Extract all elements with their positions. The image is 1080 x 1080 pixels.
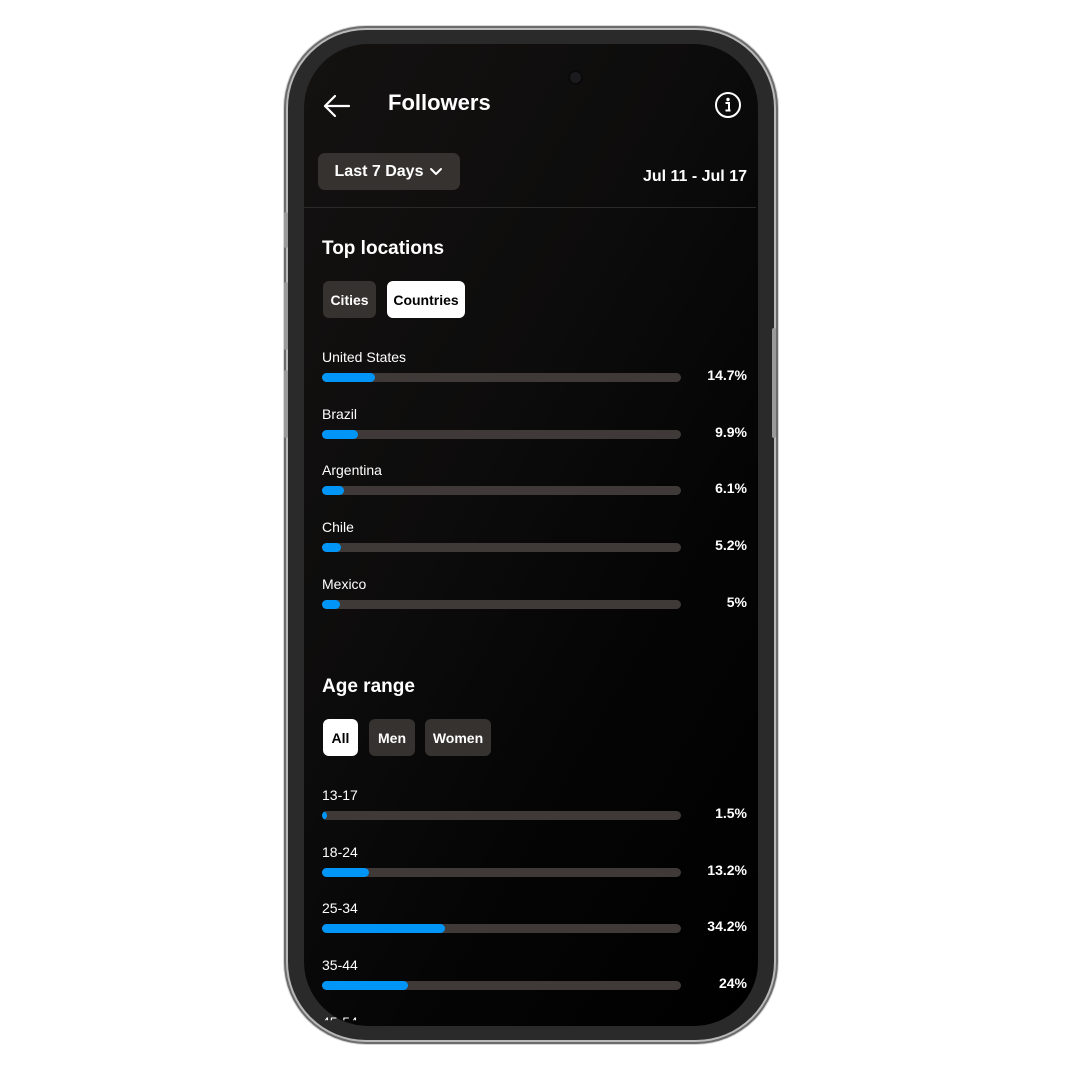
location-row-bar-track	[322, 599, 681, 609]
location-row-label: Brazil	[322, 405, 358, 422]
location-row-percentage: 5.2%	[715, 537, 747, 554]
info-circle-icon	[715, 92, 741, 118]
action-button	[284, 212, 288, 248]
location-row-percentage: 14.7%	[707, 367, 747, 383]
age-row-bar-track	[322, 924, 681, 934]
tab-cities-label: Cities	[330, 291, 369, 308]
location-row-label: Mexico	[322, 575, 367, 592]
front-camera	[570, 72, 581, 83]
volume-down-button	[284, 370, 288, 438]
location-row-percentage: 6.1%	[715, 480, 747, 497]
location-row-bar-fill	[322, 373, 375, 382]
tab-all-label: All	[331, 729, 350, 746]
tab-women[interactable]: Women	[425, 719, 491, 756]
age-row-label: 35-44	[322, 957, 358, 974]
location-row-bar-fill	[322, 599, 340, 609]
date-range-label: Last 7 Days	[334, 162, 424, 180]
location-row-bar-fill	[322, 543, 341, 553]
power-button	[772, 328, 776, 438]
location-row-bar-track	[322, 429, 681, 439]
location-row-bar-fill	[322, 429, 358, 439]
age-row-percentage: 34.2%	[707, 918, 747, 935]
age-range-title: Age range	[322, 676, 415, 697]
age-row-bar-fill	[322, 981, 409, 991]
tab-women-label: Women	[432, 729, 484, 746]
age-row-bar-track	[322, 981, 681, 991]
age-row-bar-track	[322, 867, 681, 877]
screen	[304, 44, 758, 1026]
volume-up-button	[284, 282, 288, 350]
location-row-bar-fill	[322, 486, 344, 496]
tab-men-label: Men	[378, 729, 406, 746]
location-row-percentage: 5%	[726, 593, 747, 610]
age-row-percentage: 1.5%	[715, 805, 747, 821]
back-button[interactable]	[322, 92, 352, 120]
age-row-label: 18-24	[322, 843, 358, 860]
page-title: Followers	[388, 90, 491, 115]
age-row-label: 13-17	[322, 787, 358, 803]
location-row-bar-track	[322, 543, 681, 553]
divider	[304, 207, 756, 208]
tab-countries-label: Countries	[393, 291, 459, 308]
age-row-percentage: 24%	[718, 975, 747, 992]
age-row-label: 25-34	[322, 900, 358, 917]
date-range-text: Jul 11 - Jul 17	[642, 168, 747, 185]
location-row-label: United States	[322, 349, 407, 365]
location-row-label: Chile	[322, 519, 354, 536]
arrow-left-icon	[323, 94, 351, 118]
location-row-bar-track	[322, 486, 681, 496]
tab-cities[interactable]: Cities	[323, 281, 376, 318]
tab-all[interactable]: All	[323, 719, 358, 756]
location-row-bar-track	[322, 373, 681, 382]
info-button[interactable]	[714, 91, 742, 119]
age-row-bar-fill	[322, 811, 328, 820]
screen-bottom-mask	[304, 1026, 758, 1046]
age-row-bar-fill	[322, 867, 370, 877]
age-row-bar-fill	[322, 924, 445, 934]
location-row-percentage: 9.9%	[715, 423, 747, 440]
date-range-dropdown[interactable]: Last 7 Days	[318, 153, 460, 190]
location-row-label: Argentina	[322, 462, 382, 479]
age-row-bar-track	[322, 811, 681, 820]
chevron-down-icon	[430, 167, 443, 175]
tab-men[interactable]: Men	[369, 719, 415, 756]
top-locations-title: Top locations	[322, 238, 445, 259]
tab-countries[interactable]: Countries	[387, 281, 465, 318]
age-row-percentage: 13.2%	[707, 861, 747, 878]
